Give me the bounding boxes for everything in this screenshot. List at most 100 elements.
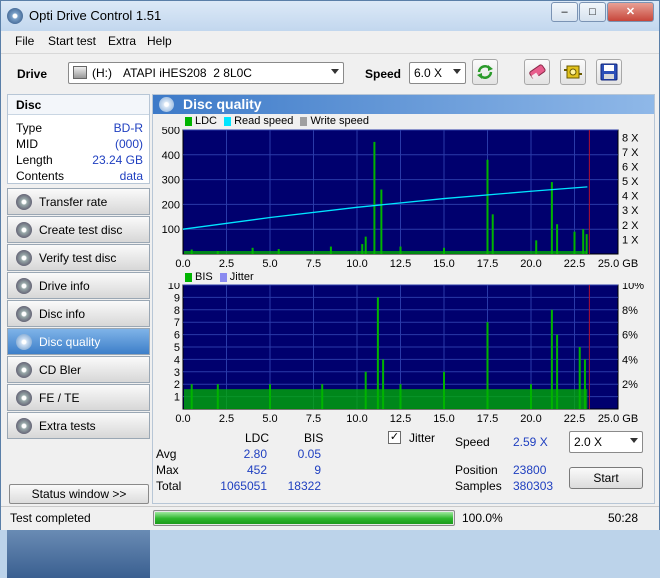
refresh-icon bbox=[477, 65, 493, 79]
start-button[interactable]: Start bbox=[569, 467, 643, 489]
nav-label: Disc quality bbox=[39, 335, 101, 349]
ldc-chart: 500 400 300 200 100 8 X 7 X 6 X 5 X 4 X 3 X 2 X 1 X 0… bbox=[162, 127, 640, 270]
data-bar bbox=[251, 247, 254, 254]
y-tick-label: 300 bbox=[162, 175, 180, 187]
y-tick-label: 8 bbox=[174, 305, 180, 317]
drive-select[interactable]: (H:) ATAPI iHES208 2 8L0C bbox=[68, 62, 344, 84]
menu-start-test[interactable]: Start test bbox=[48, 34, 96, 48]
data-bar bbox=[380, 189, 383, 254]
stats-total-ldc: 1065051 bbox=[220, 479, 267, 493]
nav-verify-test-disc[interactable]: Verify test disc bbox=[7, 244, 150, 271]
disc-icon bbox=[16, 390, 32, 406]
y2-tick-label: 5 X bbox=[622, 176, 639, 188]
disc-icon bbox=[16, 306, 32, 322]
jitter-checkbox[interactable]: ✓ bbox=[388, 431, 401, 444]
nav-label: FE / TE bbox=[39, 391, 80, 405]
sidebar-background bbox=[7, 526, 150, 578]
y-tick-label: 2 bbox=[174, 379, 180, 391]
nav-label: Drive info bbox=[39, 279, 90, 293]
x-tick-label: 10.0 bbox=[346, 258, 367, 270]
data-bar bbox=[443, 371, 445, 409]
disc-icon bbox=[16, 334, 32, 350]
stats-max-bis: 9 bbox=[314, 463, 321, 477]
menu-help[interactable]: Help bbox=[147, 34, 172, 48]
data-bar bbox=[491, 214, 494, 254]
data-bar bbox=[364, 371, 367, 409]
data-bar bbox=[373, 141, 376, 254]
status-bar: Test completed 100.0% 50:28 bbox=[1, 506, 659, 530]
data-bar bbox=[486, 322, 489, 409]
minimize-button[interactable]: – bbox=[551, 2, 578, 22]
nav-label: Create test disc bbox=[39, 223, 123, 237]
refresh-button[interactable] bbox=[472, 59, 498, 85]
nav-label: Disc info bbox=[39, 307, 86, 321]
x-tick-label: 15.0 bbox=[433, 258, 454, 270]
speed-label: Speed bbox=[365, 67, 402, 81]
menu-file[interactable]: File bbox=[15, 34, 34, 48]
bar-baseline bbox=[184, 251, 588, 254]
x-tick-label: 15.0 bbox=[433, 413, 454, 425]
erase-button[interactable] bbox=[524, 59, 550, 85]
stats-total-label: Total bbox=[156, 479, 182, 493]
settings-button[interactable] bbox=[560, 59, 586, 85]
data-bar bbox=[556, 334, 559, 409]
position-value: 23800 bbox=[513, 463, 547, 477]
save-icon bbox=[600, 63, 618, 81]
data-bar bbox=[361, 244, 364, 254]
speed-value: 6.0 X bbox=[414, 66, 443, 80]
data-bar bbox=[269, 384, 271, 409]
y-tick-label: 1 bbox=[174, 392, 180, 404]
nav-create-test-disc[interactable]: Create test disc bbox=[7, 216, 150, 243]
data-bar bbox=[190, 249, 193, 254]
window-title: Opti Drive Control 1.51 bbox=[29, 8, 162, 23]
data-bar bbox=[585, 234, 588, 254]
nav-drive-info[interactable]: Drive info bbox=[7, 272, 150, 299]
x-tick-label: 10.0 bbox=[346, 413, 367, 425]
jitter-swatch bbox=[219, 272, 227, 282]
status-text: Test completed bbox=[10, 511, 91, 525]
settings-chip-icon bbox=[564, 65, 582, 79]
nav-fe-te[interactable]: FE / TE bbox=[7, 384, 150, 411]
nav-disc-info[interactable]: Disc info bbox=[7, 300, 150, 327]
menu-bar: File Start test Extra Help bbox=[1, 31, 659, 51]
legend-read-speed: Read speed bbox=[234, 115, 294, 127]
panel-header: Disc quality bbox=[153, 95, 654, 114]
status-window-button[interactable]: Status window >> bbox=[9, 484, 149, 504]
y-tick-label: 200 bbox=[162, 199, 180, 211]
y-tick-label: 5 bbox=[174, 342, 180, 354]
nav-transfer-rate[interactable]: Transfer rate bbox=[7, 188, 150, 215]
disc-quality-panel: Disc quality LDC Read speed Write speed … bbox=[152, 94, 655, 504]
disc-contents-label: Contents bbox=[16, 169, 65, 183]
legend-bis: BIS bbox=[195, 271, 213, 283]
data-bar bbox=[190, 384, 193, 409]
save-button[interactable] bbox=[596, 59, 622, 85]
y-tick-label: 7 bbox=[174, 317, 180, 329]
nav-disc-quality[interactable]: Disc quality bbox=[7, 328, 150, 355]
disc-mid-value: (000) bbox=[114, 137, 143, 151]
data-bar bbox=[399, 384, 402, 409]
data-bar bbox=[216, 384, 219, 409]
jitter-checkbox-label: Jitter bbox=[409, 431, 436, 445]
stats-avg-ldc: 2.80 bbox=[243, 447, 267, 461]
x-tick-label: 5.0 bbox=[262, 413, 277, 425]
data-bar bbox=[376, 297, 379, 409]
test-speed-select[interactable]: 2.0 X bbox=[569, 431, 643, 453]
chevron-down-icon bbox=[453, 69, 461, 74]
y2-tick-label: 10% bbox=[622, 283, 644, 292]
disc-contents-value: data bbox=[119, 169, 143, 183]
y2-tick-label: 1 X bbox=[622, 234, 639, 246]
app-disc-icon bbox=[7, 8, 23, 24]
close-button[interactable]: ✕ bbox=[607, 2, 654, 22]
y-tick-label: 6 bbox=[174, 330, 180, 342]
menu-extra[interactable]: Extra bbox=[108, 34, 136, 48]
x-tick-label: 20.0 bbox=[520, 413, 541, 425]
speed-select[interactable]: 6.0 X bbox=[409, 62, 466, 84]
data-bar bbox=[364, 236, 367, 254]
maximize-button[interactable]: □ bbox=[579, 2, 606, 22]
data-bar bbox=[582, 229, 585, 254]
nav-extra-tests[interactable]: Extra tests bbox=[7, 412, 150, 439]
disc-length-label: Length bbox=[16, 153, 53, 167]
stats-col-bis: BIS bbox=[304, 431, 324, 445]
nav-cd-bler[interactable]: CD Bler bbox=[7, 356, 150, 383]
progress-percent: 100.0% bbox=[462, 511, 503, 525]
